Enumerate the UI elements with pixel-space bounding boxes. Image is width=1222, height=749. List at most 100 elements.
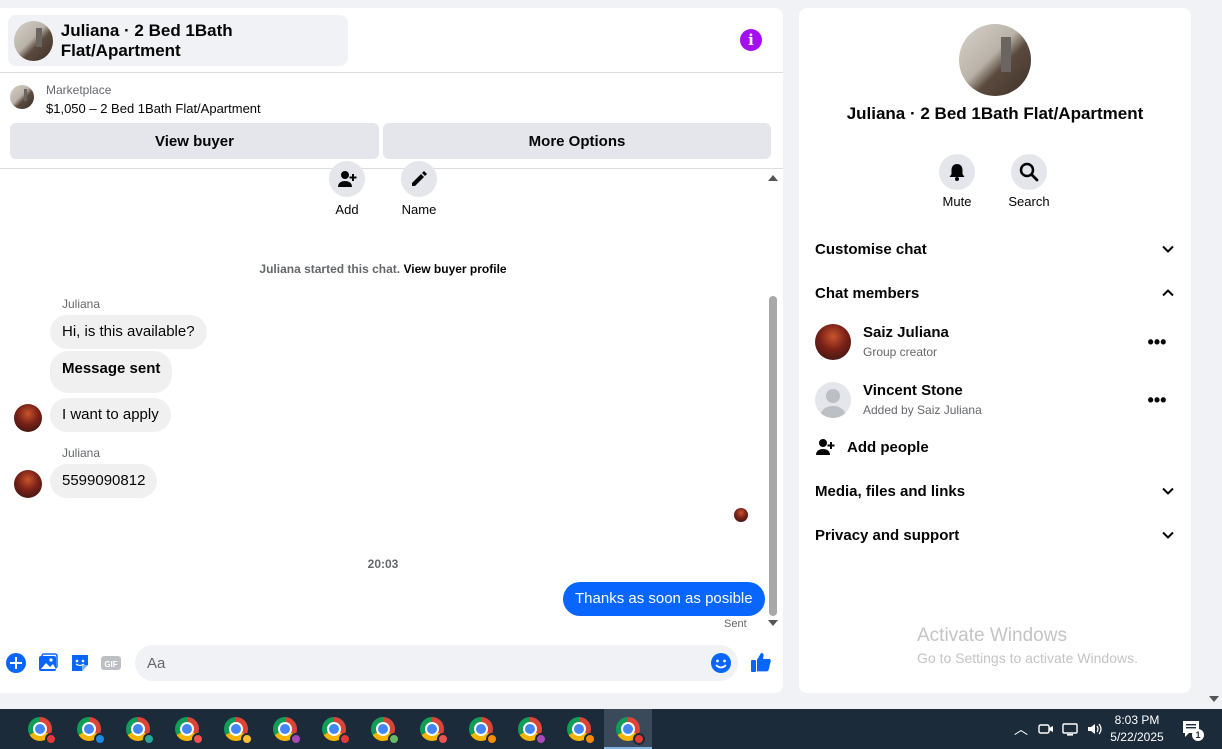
chevron-up-icon: [1162, 289, 1174, 297]
privacy-support-section[interactable]: Privacy and support: [815, 523, 1175, 547]
profile-badge-icon: [437, 733, 449, 745]
listing-thumbnail-large: [959, 24, 1031, 96]
chat-header[interactable]: Juliana · 2 Bed 1Bath Flat/Apartment: [8, 15, 348, 66]
system-tray: ︿: [1012, 709, 1102, 749]
view-buyer-profile-link[interactable]: View buyer profile: [403, 262, 506, 276]
chrome-taskbar-button[interactable]: [212, 709, 260, 749]
chat-members-section[interactable]: Chat members: [815, 281, 1175, 305]
more-options-icon[interactable]: •••: [1145, 391, 1169, 412]
chrome-taskbar-button[interactable]: [163, 709, 211, 749]
add-person-button[interactable]: [329, 161, 365, 197]
scroll-up-arrow[interactable]: [768, 175, 778, 181]
chrome-taskbar-button[interactable]: [16, 709, 64, 749]
chrome-taskbar-button[interactable]: [506, 709, 554, 749]
add-people-button[interactable]: Add people: [815, 435, 1175, 459]
marketplace-label: Marketplace: [46, 83, 112, 97]
profile-badge-icon: [45, 733, 57, 745]
gif-icon[interactable]: GIF: [100, 652, 122, 674]
media-files-links-section[interactable]: Media, files and links: [815, 479, 1175, 503]
clock-time: 8:03 PM: [1114, 713, 1160, 727]
mute-button[interactable]: [939, 154, 975, 190]
clock[interactable]: 8:03 PM 5/22/2025: [1104, 712, 1170, 746]
avatar[interactable]: [14, 470, 42, 498]
outgoing-message-bubble[interactable]: Thanks as soon as posible: [563, 582, 765, 616]
activate-windows-subtitle: Go to Settings to activate Windows.: [917, 650, 1138, 666]
customise-chat-section[interactable]: Customise chat: [815, 237, 1175, 261]
sent-status: Sent: [724, 618, 747, 630]
photo-icon[interactable]: [37, 652, 59, 674]
page-scroll-down-arrow[interactable]: [1209, 696, 1219, 702]
listing-price-title[interactable]: $1,050 – 2 Bed 1Bath Flat/Apartment: [46, 101, 261, 116]
chrome-taskbar-button[interactable]: [359, 709, 407, 749]
chrome-taskbar-button[interactable]: [604, 709, 652, 749]
message-bubble[interactable]: I want to apply: [50, 398, 171, 432]
divider: [0, 72, 783, 73]
scroll-down-arrow[interactable]: [768, 620, 778, 626]
chat-info-panel: Juliana · 2 Bed 1Bath Flat/Apartment Mut…: [799, 8, 1191, 693]
divider: [0, 168, 783, 169]
default-avatar[interactable]: [815, 382, 851, 418]
listing-thumbnail: [14, 20, 53, 61]
member-role: Added by Saiz Juliana: [863, 403, 982, 417]
chrome-icon: [175, 717, 204, 745]
sender-name: Juliana: [62, 446, 101, 460]
more-options-icon[interactable]: •••: [1145, 333, 1169, 354]
info-title: Juliana · 2 Bed 1Bath Flat/Apartment: [846, 104, 1144, 123]
chevron-down-icon: [1162, 245, 1174, 253]
chrome-icon: [273, 717, 302, 745]
member-name[interactable]: Vincent Stone: [863, 382, 963, 399]
profile-badge-icon: [339, 733, 351, 745]
meet-now-icon[interactable]: [1038, 721, 1054, 737]
profile-badge-icon: [290, 733, 302, 745]
chrome-taskbar-button[interactable]: [65, 709, 113, 749]
chat-started-text: Juliana started this chat.: [259, 262, 401, 276]
message-bubble[interactable]: 5599090812: [50, 464, 158, 498]
chat-panel: Juliana · 2 Bed 1Bath Flat/Apartment i M…: [0, 8, 783, 693]
avatar[interactable]: [815, 324, 851, 360]
chrome-taskbar-button[interactable]: [408, 709, 456, 749]
info-icon[interactable]: i: [740, 29, 762, 51]
chevron-up-icon[interactable]: ︿: [1012, 719, 1030, 739]
chrome-icon: [371, 717, 400, 745]
chrome-taskbar-button[interactable]: [261, 709, 309, 749]
search-button[interactable]: [1011, 154, 1047, 190]
clock-date: 5/22/2025: [1110, 730, 1164, 744]
chrome-icon: [28, 717, 57, 745]
chrome-taskbar-button[interactable]: [555, 709, 603, 749]
sticker-icon[interactable]: [69, 652, 91, 674]
chrome-icon: [469, 717, 498, 745]
message-bubble[interactable]: Message sent: [50, 351, 173, 393]
network-icon[interactable]: [1062, 721, 1078, 737]
name-label: Name: [401, 202, 437, 217]
marketplace-thumbnail: [10, 85, 34, 109]
profile-badge-icon: [633, 733, 645, 745]
profile-badge-icon: [94, 733, 106, 745]
name-chat-button[interactable]: [401, 161, 437, 197]
message-input[interactable]: [135, 645, 738, 681]
message-bubble[interactable]: Hi, is this available?: [50, 315, 207, 349]
add-person-icon: [338, 171, 357, 187]
read-receipt-avatar: [734, 508, 748, 522]
more-options-button[interactable]: More Options: [383, 123, 771, 159]
profile-badge-icon: [486, 733, 498, 745]
chrome-taskbar-button[interactable]: [457, 709, 505, 749]
plus-icon[interactable]: [5, 652, 27, 674]
chat-title: Juliana · 2 Bed 1Bath Flat/Apartment: [60, 20, 233, 60]
pencil-icon: [412, 171, 427, 186]
chrome-icon: [567, 717, 596, 745]
section-label: Media, files and links: [815, 482, 966, 500]
profile-badge-icon: [241, 733, 253, 745]
view-buyer-button[interactable]: View buyer: [10, 123, 379, 159]
svg-text:GIF: GIF: [104, 660, 117, 669]
volume-icon[interactable]: [1086, 721, 1102, 737]
add-person-icon: [816, 439, 835, 455]
avatar[interactable]: [14, 404, 42, 432]
scrollbar-thumb[interactable]: [769, 296, 777, 616]
chrome-taskbar-button[interactable]: [114, 709, 162, 749]
like-icon[interactable]: [750, 651, 772, 673]
chrome-taskbar-button[interactable]: [310, 709, 358, 749]
emoji-icon[interactable]: [710, 652, 732, 674]
mute-label: Mute: [942, 194, 972, 209]
member-name[interactable]: Saiz Juliana: [863, 324, 949, 341]
notification-center-icon[interactable]: 1: [1181, 719, 1204, 744]
